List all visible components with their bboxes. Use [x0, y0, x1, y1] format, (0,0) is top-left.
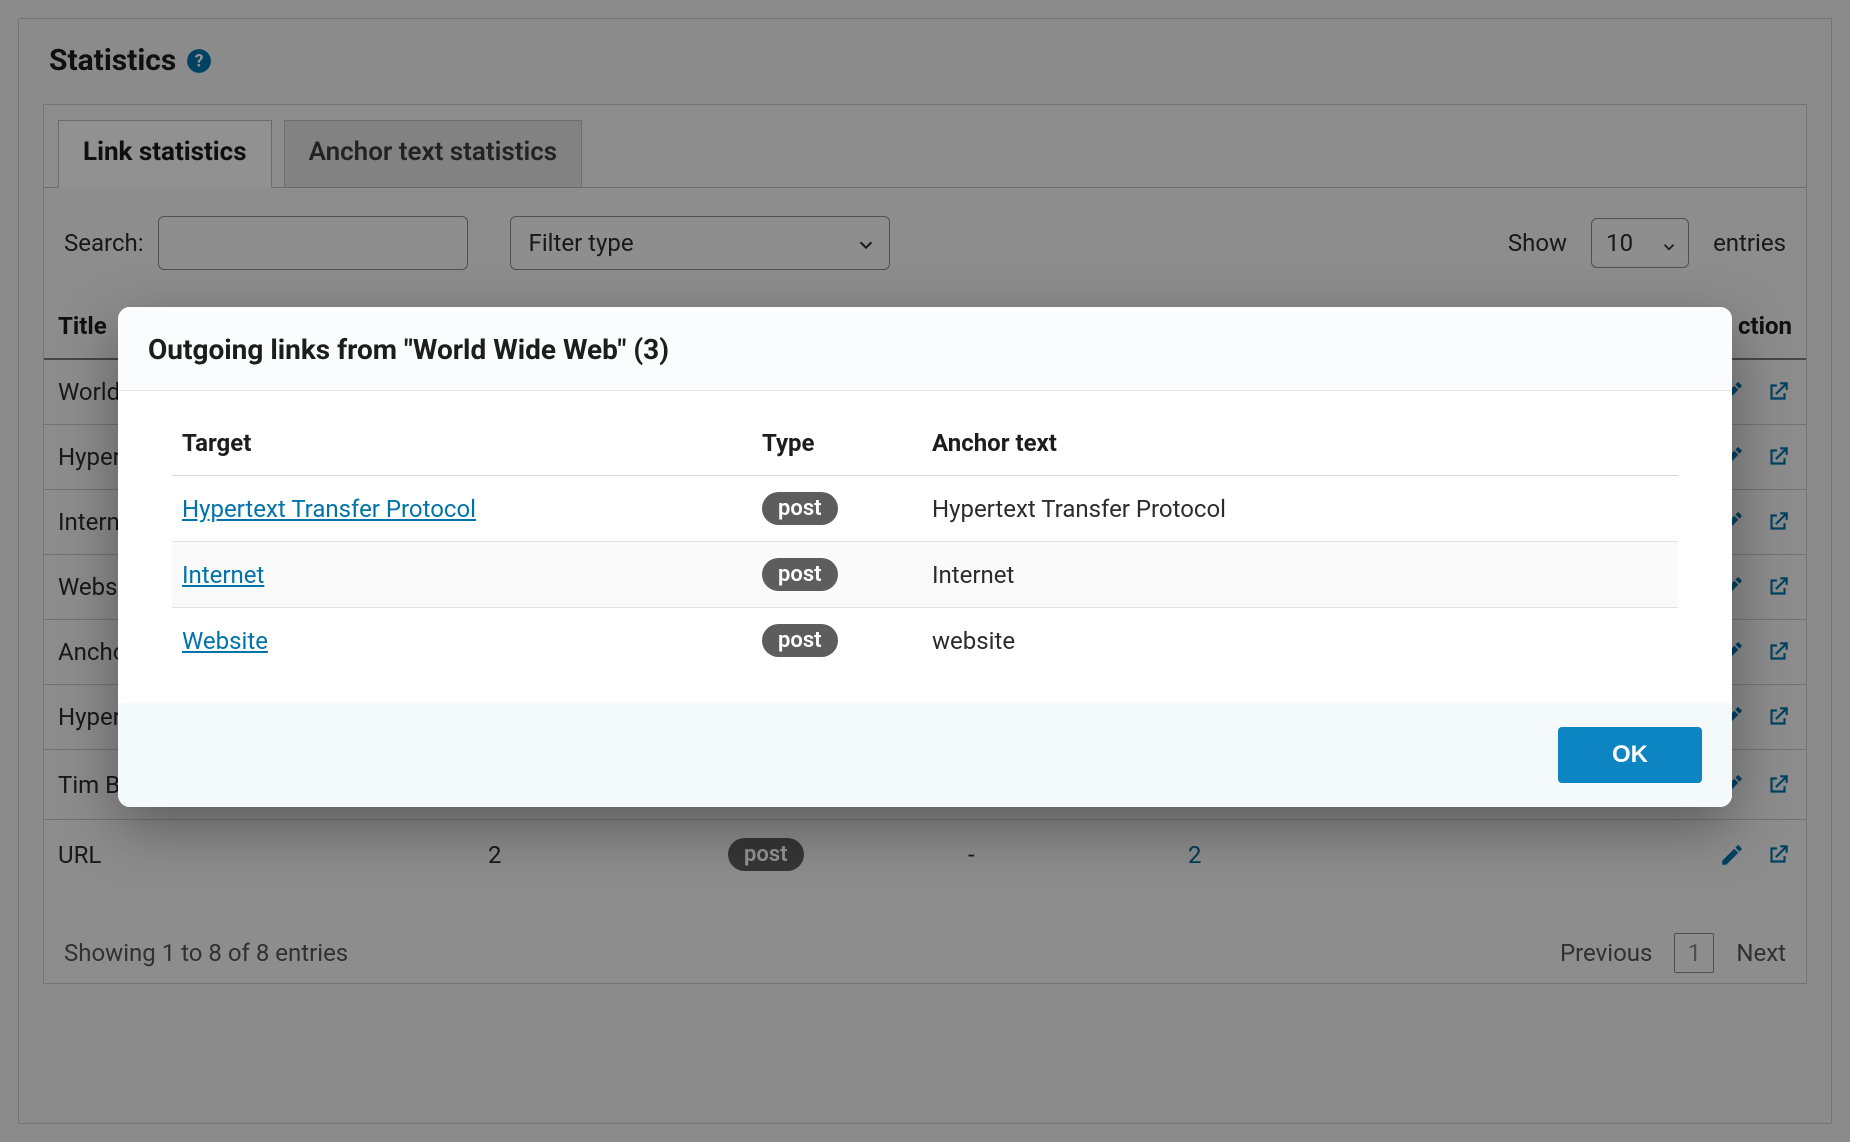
modal-type: post — [752, 542, 922, 608]
modal-type: post — [752, 476, 922, 542]
outgoing-links-table: Target Type Anchor text Hypertext Transf… — [172, 413, 1678, 673]
modal-row: Website post website — [172, 608, 1678, 674]
modal-target: Website — [172, 608, 752, 674]
modal-col-target: Target — [172, 413, 752, 476]
modal-type: post — [752, 608, 922, 674]
modal-target: Internet — [172, 542, 752, 608]
modal-anchor-text: website — [922, 608, 1678, 674]
modal-title: Outgoing links from "World Wide Web" (3) — [118, 307, 1732, 391]
modal-row: Internet post Internet — [172, 542, 1678, 608]
modal-footer: OK — [118, 703, 1732, 807]
target-link[interactable]: Website — [182, 627, 268, 655]
modal-col-anchor: Anchor text — [922, 413, 1678, 476]
outgoing-links-modal: Outgoing links from "World Wide Web" (3)… — [118, 307, 1732, 807]
modal-anchor-text: Hypertext Transfer Protocol — [922, 476, 1678, 542]
target-link[interactable]: Hypertext Transfer Protocol — [182, 495, 476, 523]
modal-anchor-text: Internet — [922, 542, 1678, 608]
modal-target: Hypertext Transfer Protocol — [172, 476, 752, 542]
type-badge: post — [762, 492, 838, 525]
type-badge: post — [762, 558, 838, 591]
type-badge: post — [762, 624, 838, 657]
modal-row: Hypertext Transfer Protocol post Hypertext… — [172, 476, 1678, 542]
ok-button[interactable]: OK — [1558, 727, 1702, 783]
target-link[interactable]: Internet — [182, 561, 264, 589]
modal-col-type: Type — [752, 413, 922, 476]
